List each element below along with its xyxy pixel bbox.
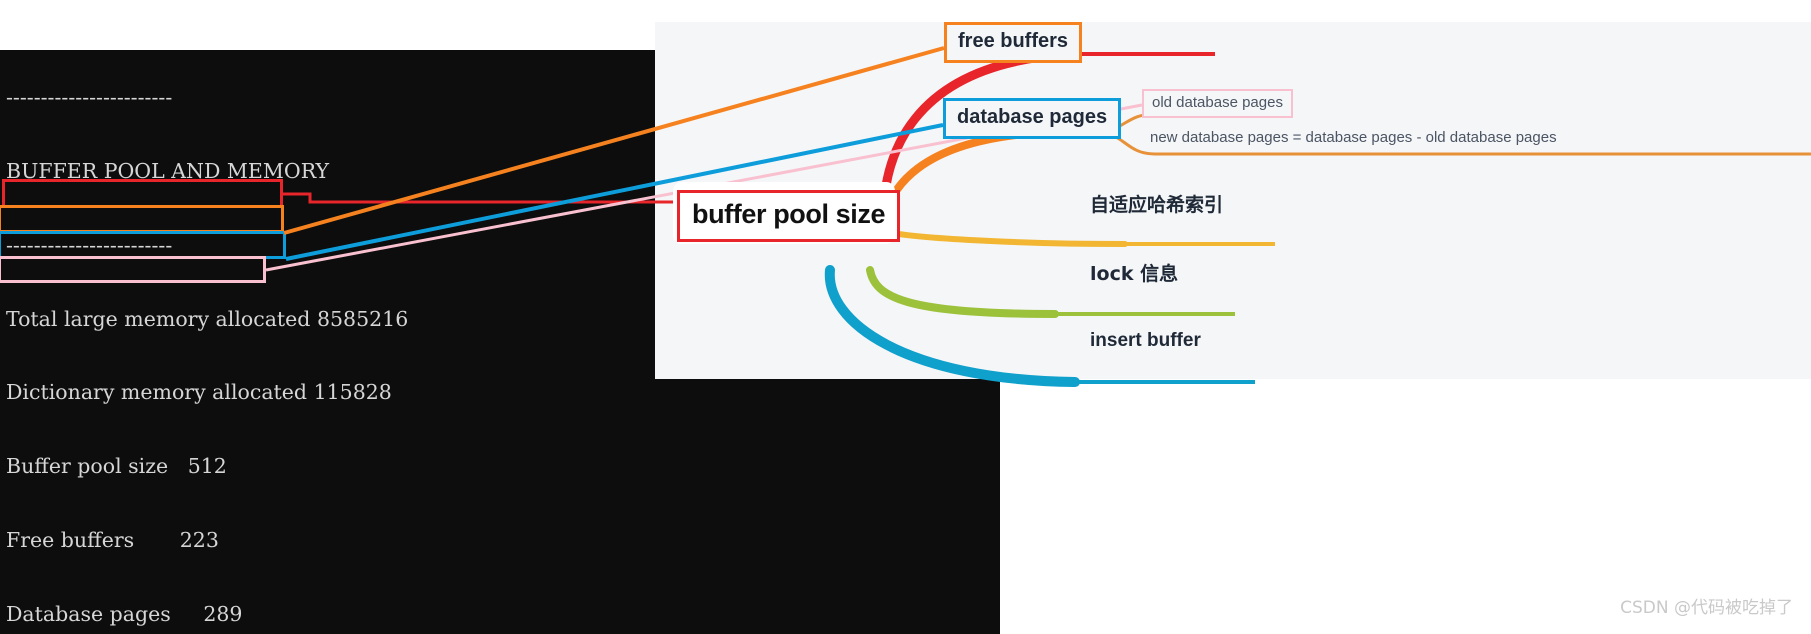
branch-amber — [884, 229, 1128, 247]
branch-orange — [879, 128, 1059, 231]
label-adaptive-hash-index-text: 自适应哈希索引 — [1090, 194, 1224, 216]
label-adaptive-hash-index: 自适应哈希索引 — [1090, 190, 1223, 217]
label-lock-info: lock 信息 — [1090, 259, 1178, 286]
label-new-database-pages-formula-text: new database pages = database pages - ol… — [1150, 129, 1557, 146]
label-free-buffers: free buffers — [944, 22, 1083, 63]
label-buffer-pool-size: buffer pool size — [677, 190, 901, 242]
label-lock-info-text: lock 信息 — [1090, 263, 1179, 285]
label-old-database-pages: old database pages — [1142, 89, 1293, 118]
highlight-box-old-database-pages — [0, 256, 266, 283]
terminal-line: Database pages 289 — [6, 601, 243, 626]
terminal-line: Buffer pool size 512 — [6, 454, 227, 479]
label-old-database-pages-text: old database pages — [1152, 94, 1283, 111]
label-insert-buffer: insert buffer — [1090, 330, 1201, 352]
terminal-line: Dictionary memory allocated 115828 — [6, 380, 392, 405]
branch-cyan — [824, 265, 1080, 387]
highlight-box-database-pages — [0, 231, 286, 259]
terminal-line: Free buffers 223 — [6, 527, 219, 552]
highlight-box-buffer-pool-size — [2, 179, 283, 208]
label-new-database-pages-formula: new database pages = database pages - ol… — [1150, 129, 1557, 146]
watermark: CSDN @代码被吃掉了 — [1620, 593, 1793, 618]
branch-green — [866, 266, 1059, 318]
label-buffer-pool-size-text: buffer pool size — [692, 199, 886, 229]
label-database-pages-text: database pages — [957, 106, 1108, 128]
label-free-buffers-text: free buffers — [958, 30, 1069, 52]
label-database-pages: database pages — [943, 98, 1122, 139]
highlight-box-free-buffers — [0, 205, 284, 233]
watermark-text: CSDN @代码被吃掉了 — [1620, 598, 1793, 618]
label-insert-buffer-text: insert buffer — [1090, 330, 1201, 351]
